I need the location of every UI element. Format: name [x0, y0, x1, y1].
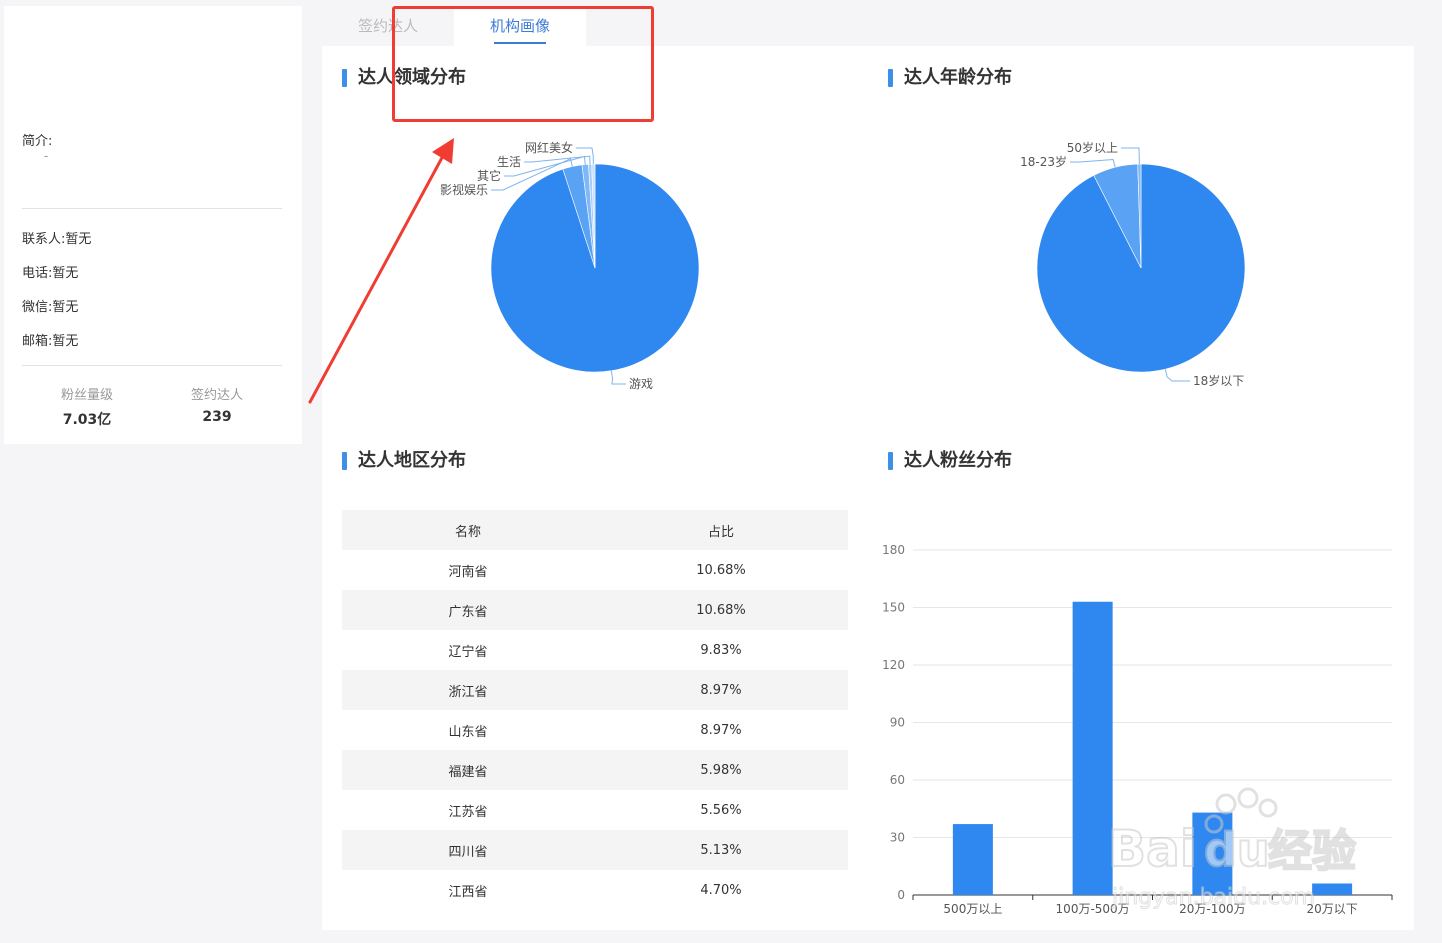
table-row: 江苏省 5.56% — [342, 790, 848, 830]
age-section-title: 达人年龄分布 — [888, 67, 1012, 89]
region-ratio: 5.13% — [700, 842, 742, 858]
contact-person-label: 联系人: — [22, 232, 66, 247]
table-header-row: 名称 占比 — [342, 510, 848, 550]
region-ratio: 4.70% — [700, 882, 742, 898]
org-profile-card: 简介: - 联系人:暂无 电话:暂无 微信:暂无 邮箱:暂无 粉丝量级 7.03… — [4, 6, 302, 444]
region-name: 江苏省 — [448, 804, 488, 820]
domain-section-title: 达人领域分布 — [342, 67, 466, 89]
fans-section-title: 达人粉丝分布 — [888, 450, 1012, 472]
column-header-ratio: 占比 — [707, 524, 734, 540]
table-row: 河南省 10.68% — [342, 550, 848, 590]
phone-label: 电话: — [22, 266, 53, 281]
region-name: 浙江省 — [448, 684, 488, 700]
email-value: 暂无 — [52, 334, 79, 349]
region-name: 广东省 — [448, 604, 488, 620]
region-ratio: 9.83% — [700, 642, 742, 658]
email-row: 邮箱:暂无 — [22, 330, 78, 349]
fans-level-stat: 粉丝量级 7.03亿 — [22, 384, 152, 429]
tab-signed-creators[interactable]: 签约达人 — [322, 6, 454, 46]
region-ratio: 8.97% — [700, 722, 742, 738]
region-ratio: 10.68% — [696, 602, 746, 618]
region-ratio: 5.56% — [700, 802, 742, 818]
region-ratio: 10.68% — [696, 562, 746, 578]
region-name: 四川省 — [448, 844, 488, 860]
region-name: 山东省 — [448, 724, 488, 740]
signed-creators-label: 签约达人 — [190, 388, 243, 403]
table-row: 江西省 4.70% — [342, 870, 848, 910]
region-ratio: 8.97% — [700, 682, 742, 698]
table-row: 四川省 5.13% — [342, 830, 848, 870]
phone-row: 电话:暂无 — [22, 262, 78, 281]
table-row: 浙江省 8.97% — [342, 670, 848, 710]
table-row: 辽宁省 9.83% — [342, 630, 848, 670]
signed-creators-stat: 签约达人 239 — [152, 384, 282, 425]
fans-level-value: 7.03亿 — [62, 412, 112, 428]
region-name: 辽宁省 — [448, 644, 488, 660]
wechat-label: 微信: — [22, 300, 53, 315]
region-name: 福建省 — [448, 764, 488, 780]
fans-level-label: 粉丝量级 — [60, 388, 113, 403]
table-row: 福建省 5.98% — [342, 750, 848, 790]
intro-label: 简介: — [22, 134, 53, 149]
divider — [22, 365, 282, 366]
signed-creators-value: 239 — [202, 409, 232, 425]
wechat-value: 暂无 — [52, 300, 79, 315]
table-row: 广东省 10.68% — [342, 590, 848, 630]
region-name: 河南省 — [448, 564, 488, 580]
table-row: 山东省 8.97% — [342, 710, 848, 750]
region-section-title: 达人地区分布 — [342, 450, 466, 472]
contact-person-row: 联系人:暂无 — [22, 228, 91, 247]
region-ratio: 5.98% — [700, 762, 742, 778]
tab-org-profile[interactable]: 机构画像 — [454, 6, 586, 46]
wechat-row: 微信:暂无 — [22, 296, 78, 315]
column-header-name: 名称 — [454, 524, 481, 540]
intro-text: - — [44, 149, 49, 163]
region-name: 江西省 — [448, 884, 488, 900]
region-table: 名称 占比 河南省 10.68% 广东省 10.68% 辽宁省 9.83% 浙江省 8.… — [342, 510, 848, 910]
email-label: 邮箱: — [22, 334, 53, 349]
contact-person-value: 暂无 — [65, 232, 92, 247]
divider — [22, 208, 282, 209]
active-tab-indicator — [494, 42, 546, 44]
phone-value: 暂无 — [52, 266, 79, 281]
